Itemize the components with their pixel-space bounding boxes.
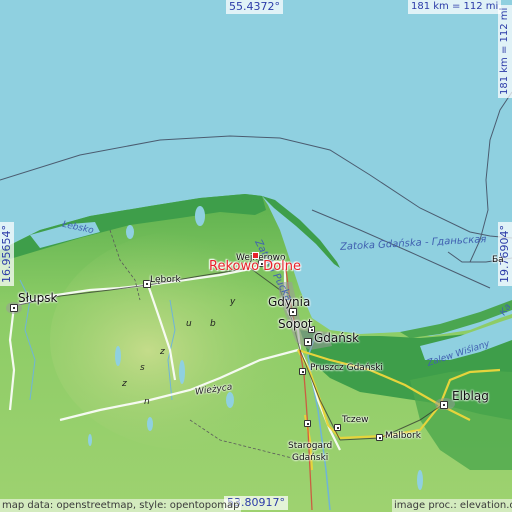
region-letter: z [160,347,165,357]
city-label-tczew: Tczew [342,415,369,425]
city-marker-tczew[interactable] [334,424,341,431]
city-label-elblag: Elbląg [452,389,489,403]
scale-right-label: 181 km = 112 mi [498,4,512,98]
region-letter: b [210,319,216,329]
city-label-starogard: Starogard Gdański [288,441,333,463]
longitude-left-label: 16.95654° [0,222,14,286]
city-label-gdynia: Gdynia [268,295,311,309]
city-label-malbork: Malbork [385,431,421,441]
city-marker-gdynia[interactable] [289,308,297,316]
lake [88,434,92,446]
city-marker-slupsk[interactable] [10,304,18,312]
city-marker-gdansk[interactable] [304,338,312,346]
focus-location-marker[interactable] [252,252,259,259]
city-label-sopot: Sopot [278,317,313,331]
region-letter: s [140,363,145,373]
attribution-right: image proc.: elevation.city [392,499,512,512]
city-marker-elblag[interactable] [440,401,448,409]
lake [195,206,205,226]
city-label-gdansk: Gdańsk [314,331,360,345]
lake [126,225,134,239]
city-label-lebork: Lębork [150,275,181,285]
lake [115,346,121,366]
city-marker-malbork[interactable] [376,434,383,441]
region-letter: z [122,379,127,389]
lake [147,417,153,431]
map-view[interactable]: 55.4372° 181 km = 112 mi 53.80917° 16.95… [0,0,512,512]
focus-location-label: Rekowo Dolne [209,259,301,274]
lake [226,392,234,408]
city-marker-pruszcz[interactable] [299,368,306,375]
city-label-pruszcz: Pruszcz Gdański [310,363,383,373]
city-marker-starogard[interactable] [304,420,311,427]
region-letter: y [230,297,236,307]
region-letter: u [186,319,192,329]
attribution-left: map data: openstreetmap, style: opentopo… [0,499,242,512]
latitude-top-label: 55.4372° [226,0,283,14]
city-label-ba: Ба [492,255,504,265]
city-label-slupsk: Słupsk [18,291,58,305]
region-letter: n [144,397,150,407]
lake [179,360,185,384]
lake [417,470,423,490]
scale-top-label: 181 km = 112 mi [408,0,502,14]
